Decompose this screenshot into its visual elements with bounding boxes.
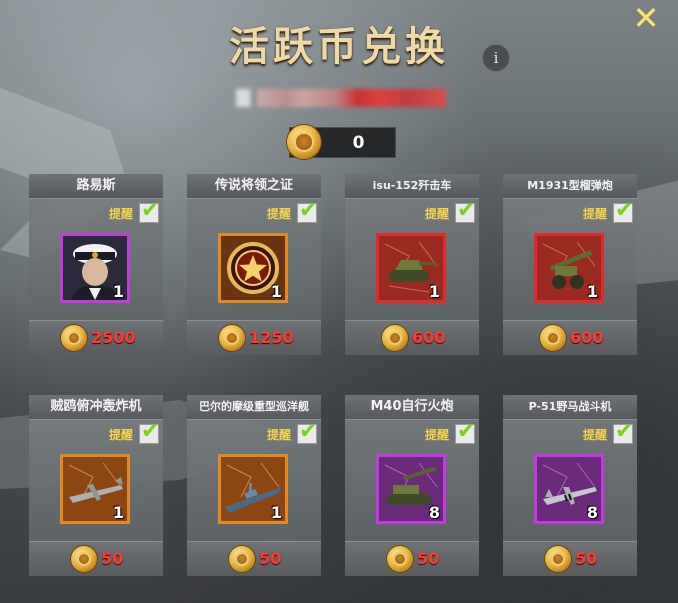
check-icon: ✔ — [457, 198, 476, 223]
item-name: M1931型榴弹炮 — [503, 174, 637, 198]
remind-checkbox[interactable]: ✔ — [297, 198, 317, 223]
item-quantity: 1 — [428, 282, 440, 301]
item-quantity: 1 — [112, 503, 124, 522]
currency-balance: 0 — [287, 125, 396, 159]
item-name: 传说将领之证 — [187, 174, 321, 198]
item-body: 提醒 ✔ 8 可兑换：6/6 — [345, 419, 479, 557]
price-button[interactable]: 600 — [503, 320, 637, 355]
item-icon-frame[interactable]: 8 — [376, 454, 446, 524]
item-body: 提醒 ✔ 1 可兑换：1/1 — [503, 198, 637, 336]
exchange-item-card: 路易斯 提醒 ✔ 1 可兑换：1/1 2500 — [29, 174, 163, 355]
activity-coin-icon — [219, 325, 245, 351]
item-body: 提醒 ✔ 1 可兑换：1/1 — [345, 198, 479, 336]
price-button[interactable]: 50 — [187, 541, 321, 576]
close-button[interactable]: ✕ — [631, 2, 661, 34]
item-icon-frame[interactable]: 1 — [60, 454, 130, 524]
exchange-item-card: 传说将领之证 提醒 ✔ 1 可兑换：1/1 1250 — [187, 174, 321, 355]
item-body: 提醒 ✔ 1 可兑换：1/1 — [187, 198, 321, 336]
item-price: 50 — [417, 549, 440, 568]
item-body: 提醒 ✔ 1 可兑换：4/4 — [187, 419, 321, 557]
check-icon: ✔ — [299, 198, 318, 223]
item-name: P-51野马战斗机 — [503, 395, 637, 419]
activity-coin-icon — [540, 325, 566, 351]
check-icon: ✔ — [615, 198, 634, 223]
remind-label: 提醒 — [582, 428, 607, 442]
item-body: 提醒 ✔ 1 可兑换：1/1 — [29, 198, 163, 336]
item-body: 提醒 ✔ 1 可兑换：4/4 — [29, 419, 163, 557]
item-quantity: 1 — [112, 282, 124, 301]
activity-coin-icon — [287, 125, 321, 159]
item-quantity: 1 — [270, 503, 282, 522]
check-icon: ✔ — [141, 419, 160, 444]
activity-coin-icon — [545, 546, 571, 572]
check-icon: ✔ — [141, 198, 160, 223]
remind-label: 提醒 — [266, 428, 291, 442]
activity-coin-icon — [61, 325, 87, 351]
exchange-item-card: M40自行火炮 提醒 ✔ 8 可兑换：6/6 50 — [345, 395, 479, 576]
item-price: 600 — [412, 328, 446, 347]
exchange-item-card: 贼鸥俯冲轰炸机 提醒 ✔ 1 可兑换：4/4 50 — [29, 395, 163, 576]
remind-checkbox[interactable]: ✔ — [139, 198, 159, 223]
remind-checkbox[interactable]: ✔ — [613, 198, 633, 223]
item-name: 路易斯 — [29, 174, 163, 198]
item-name: isu-152歼击车 — [345, 174, 479, 198]
page-title: 活跃币兑换 — [229, 24, 449, 70]
item-price: 50 — [259, 549, 282, 568]
price-button[interactable]: 2500 — [29, 320, 163, 355]
item-name: 贼鸥俯冲轰炸机 — [29, 395, 163, 419]
remind-checkbox[interactable]: ✔ — [139, 419, 159, 444]
remind-checkbox[interactable]: ✔ — [455, 198, 475, 223]
exchange-item-card: M1931型榴弹炮 提醒 ✔ 1 可兑换：1/1 600 — [503, 174, 637, 355]
activity-coin-icon — [387, 546, 413, 572]
item-quantity: 8 — [428, 503, 440, 522]
check-icon: ✔ — [457, 419, 476, 444]
item-price: 600 — [570, 328, 604, 347]
remind-label: 提醒 — [266, 207, 291, 221]
item-name: 巴尔的摩级重型巡洋舰 — [187, 395, 321, 419]
remind-checkbox[interactable]: ✔ — [455, 419, 475, 444]
item-price: 1250 — [249, 328, 294, 347]
activity-coin-icon — [229, 546, 255, 572]
activity-coin-icon — [71, 546, 97, 572]
item-quantity: 1 — [586, 282, 598, 301]
price-button[interactable]: 600 — [345, 320, 479, 355]
remind-checkbox[interactable]: ✔ — [613, 419, 633, 444]
price-button[interactable]: 50 — [345, 541, 479, 576]
remind-label: 提醒 — [108, 428, 133, 442]
item-icon-frame[interactable]: 8 — [534, 454, 604, 524]
item-icon-frame[interactable]: 1 — [218, 233, 288, 303]
price-button[interactable]: 50 — [503, 541, 637, 576]
remind-checkbox[interactable]: ✔ — [297, 419, 317, 444]
item-icon-frame[interactable]: 1 — [218, 454, 288, 524]
price-button[interactable]: 50 — [29, 541, 163, 576]
item-price: 2500 — [91, 328, 136, 347]
info-button[interactable]: i — [482, 44, 510, 72]
item-quantity: 1 — [270, 282, 282, 301]
currency-amount: 0 — [352, 133, 365, 153]
item-icon-frame[interactable]: 1 — [60, 233, 130, 303]
activity-coin-icon — [382, 325, 408, 351]
item-name: M40自行火炮 — [345, 395, 479, 419]
item-icon-frame[interactable]: 1 — [534, 233, 604, 303]
item-icon-frame[interactable]: 1 — [376, 233, 446, 303]
player-name-blurred — [236, 89, 446, 107]
item-body: 提醒 ✔ 8 可兑换：6/6 — [503, 419, 637, 557]
price-button[interactable]: 1250 — [187, 320, 321, 355]
remind-label: 提醒 — [424, 207, 449, 221]
remind-label: 提醒 — [582, 207, 607, 221]
exchange-item-card: P-51野马战斗机 提醒 ✔ 8 可兑换：6/6 50 — [503, 395, 637, 576]
exchange-item-card: isu-152歼击车 提醒 ✔ 1 可兑换：1/1 600 — [345, 174, 479, 355]
check-icon: ✔ — [615, 419, 634, 444]
check-icon: ✔ — [299, 419, 318, 444]
item-quantity: 8 — [586, 503, 598, 522]
exchange-item-card: 巴尔的摩级重型巡洋舰 提醒 ✔ 1 可兑换：4/4 50 — [187, 395, 321, 576]
remind-label: 提醒 — [108, 207, 133, 221]
item-price: 50 — [575, 549, 598, 568]
remind-label: 提醒 — [424, 428, 449, 442]
item-price: 50 — [101, 549, 124, 568]
